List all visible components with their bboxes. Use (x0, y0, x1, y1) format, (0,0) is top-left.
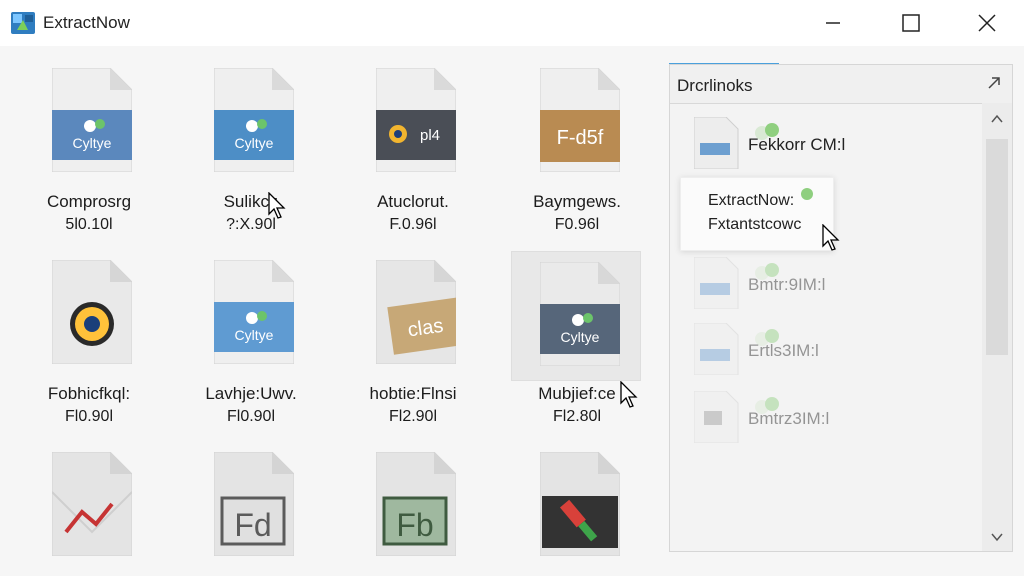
drag-tooltip: ExtractNow: Fxtantstcowc (680, 177, 834, 251)
tooltip-title: ExtractNow: (708, 192, 795, 209)
file-name: Atuclorut. (377, 192, 449, 211)
file-tile[interactable] (24, 430, 154, 576)
file-tile[interactable]: clas hobtie:Flnsi Fl2.90l (348, 238, 478, 425)
panel-scrollbar[interactable] (982, 103, 1012, 551)
scroll-thumb[interactable] (986, 139, 1008, 355)
archive-icon: Cyltye (214, 260, 294, 364)
file-tile[interactable]: Cyltye Sulikct: ?:X.90l (186, 46, 316, 233)
chevron-up-icon[interactable] (989, 111, 1005, 127)
file-size: Fl2.90l (388, 408, 438, 425)
svg-text:F-d5f: F-d5f (557, 127, 604, 149)
file-size: F.0.96l (389, 216, 437, 233)
panel-title: Drcrlinoks (677, 76, 753, 95)
panel-item-label: Bmtrz3IM:l (748, 409, 830, 428)
panel-item-label: Fekkorr CM:l (748, 135, 846, 154)
media-disc-icon (52, 260, 132, 364)
link-badge-icon (801, 188, 813, 200)
minimize-icon (826, 22, 840, 24)
svg-text:pl4: pl4 (420, 127, 440, 144)
archive-icon: Cyltye (52, 68, 132, 172)
links-panel: Drcrlinoks Fekkorr CM:l Bmtr:9IM:l Ertls… (669, 64, 1013, 552)
file-tile[interactable]: F-d5f Baymgews. F0.96l (512, 46, 642, 233)
file-name: hobtie:Flnsi (369, 384, 457, 403)
tool-icon (540, 452, 620, 556)
file-size: 5l0.10l (65, 216, 113, 233)
panel-list-item[interactable]: Ertls3IM:l (694, 323, 974, 375)
file-size: Fl0.90l (64, 408, 114, 425)
pin-icon[interactable] (986, 75, 1002, 91)
maximize-icon (902, 14, 920, 32)
file-tile[interactable]: pl4 Atuclorut. F.0.96l (348, 46, 478, 233)
window-title: ExtractNow (43, 13, 130, 32)
archive-icon: Cyltye (214, 68, 294, 172)
file-size: Fl0.90l (226, 408, 276, 425)
pdf-archive-icon: F-d5f (540, 68, 620, 172)
file-tile[interactable]: Fobhicfkql: Fl0.90l (24, 238, 154, 425)
file-size: Fl2.80l (552, 408, 602, 425)
file-name: Mubjief:ce (538, 384, 616, 403)
svg-text:Fb: Fb (396, 507, 433, 543)
file-grid: Cyltye Comprosrg 5l0.10l Cyltye Sulikct:… (0, 46, 660, 576)
svg-text:Cyltye: Cyltye (235, 135, 274, 151)
file-name: Baymgews. (533, 192, 621, 211)
title-bar: ExtractNow (0, 0, 1024, 46)
panel-item-label: Bmtr:9IM:l (748, 275, 826, 294)
file-tile[interactable]: Fd (186, 430, 316, 576)
linked-file-icon (694, 257, 739, 309)
class-file-icon: clas (376, 260, 456, 364)
linked-file-icon (694, 323, 739, 375)
file-name: Lavhje:Uwv. (205, 384, 297, 403)
font-file-icon: Fb (376, 452, 456, 556)
file-tile[interactable] (512, 430, 642, 576)
svg-text:Cyltye: Cyltye (73, 135, 112, 151)
panel-list-item[interactable]: Fekkorr CM:l (694, 117, 974, 169)
file-tile[interactable]: Cyltye Comprosrg 5l0.10l (24, 46, 154, 233)
file-name: Fobhicfkql: (47, 384, 131, 403)
linked-file-icon (694, 391, 739, 443)
svg-text:Fd: Fd (234, 507, 271, 543)
extractnow-app-icon (11, 12, 35, 34)
tooltip-subtitle: Fxtantstcowc (708, 216, 802, 233)
chevron-down-icon[interactable] (989, 529, 1005, 545)
font-file-icon: Fd (214, 452, 294, 556)
file-name: Sulikct: (223, 192, 279, 211)
maximize-button[interactable] (888, 6, 934, 40)
linked-file-icon (694, 117, 739, 169)
extractnow-window: ExtractNow Cyltye Comprosrg 5l0.10l Cylt… (0, 0, 1024, 576)
close-icon (978, 14, 996, 32)
file-tile[interactable]: Mubjief:ce Fl2.80l (512, 238, 642, 425)
disk-image-icon: pl4 (376, 68, 456, 172)
file-tile[interactable]: Cyltye Lavhje:Uwv. Fl0.90l (186, 238, 316, 425)
file-size: F0.96l (554, 216, 600, 233)
svg-text:Cyltye: Cyltye (235, 327, 274, 343)
close-button[interactable] (964, 6, 1010, 40)
panel-item-label: Ertls3IM:l (748, 341, 819, 360)
file-tile[interactable]: Fb (348, 430, 478, 576)
panel-list-item[interactable]: Bmtrz3IM:l (694, 391, 974, 443)
file-name: Comprosrg (46, 192, 132, 211)
panel-list-item[interactable]: Bmtr:9IM:l (694, 257, 974, 309)
broken-archive-icon (52, 452, 132, 556)
panel-header: Drcrlinoks (670, 65, 1012, 104)
minimize-button[interactable] (810, 6, 856, 40)
file-size: ?:X.90l (226, 216, 276, 233)
